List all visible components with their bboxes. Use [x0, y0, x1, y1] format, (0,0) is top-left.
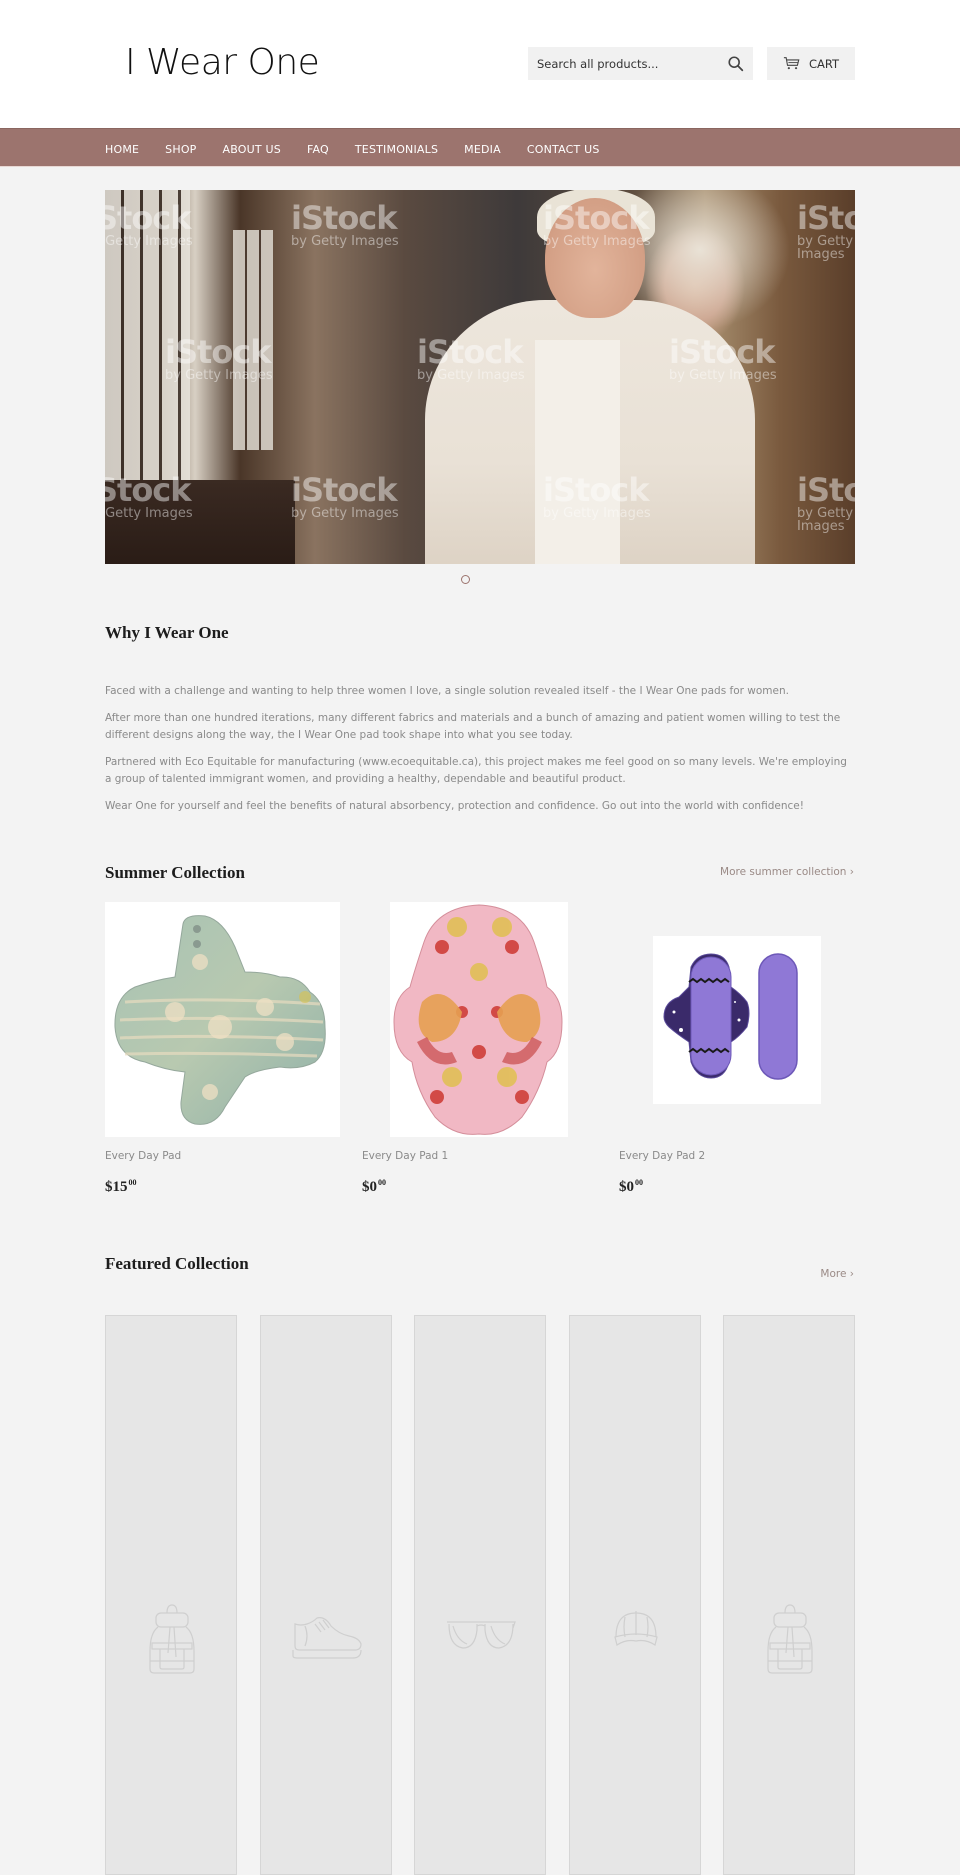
product-image-purple-pad-set[interactable] — [619, 902, 854, 1137]
featured-title: Featured Collection — [105, 1254, 249, 1273]
placeholder-product-card[interactable] — [105, 1315, 237, 1875]
more-summer-link[interactable]: More summer collection › — [720, 866, 854, 878]
pad-pink-image — [390, 902, 568, 1137]
backpack-icon — [149, 1604, 195, 1674]
nav-contact-us[interactable]: CONTACT US — [527, 143, 600, 156]
watermark: iStockby Getty Images — [543, 471, 651, 521]
search-bar — [528, 47, 753, 80]
product-price: $1500 — [105, 1178, 137, 1195]
why-paragraph: Faced with a challenge and wanting to he… — [105, 685, 789, 697]
watermark: iStockby Getty Images — [669, 333, 777, 383]
hero-slide-image[interactable]: iStockby Getty Images iStockby Getty Ima… — [105, 190, 855, 564]
placeholder-product-card[interactable] — [260, 1315, 392, 1875]
product-image-pink-squirrel-pad[interactable] — [362, 902, 597, 1137]
pad-purple-image — [653, 936, 821, 1104]
search-icon — [728, 56, 744, 72]
product-card[interactable]: Every Day Pad 1 $000 — [362, 902, 597, 1195]
summer-title: Summer Collection — [105, 863, 245, 882]
cart-icon — [783, 57, 800, 70]
nav-media[interactable]: MEDIA — [464, 143, 501, 156]
watermark: iStockby Getty Images — [797, 471, 855, 534]
placeholder-product-card[interactable] — [414, 1315, 546, 1875]
search-input[interactable] — [528, 47, 718, 80]
product-price: $000 — [362, 1178, 386, 1195]
product-image-teal-floral-pad[interactable] — [105, 902, 340, 1137]
watermark: iStockby Getty Images — [291, 471, 399, 521]
watermark: iStockby Getty Images — [105, 471, 193, 521]
product-name[interactable]: Every Day Pad — [105, 1150, 181, 1162]
product-name[interactable]: Every Day Pad 2 — [619, 1150, 705, 1162]
cart-button[interactable]: CART — [767, 47, 855, 80]
nav-home[interactable]: HOME — [105, 143, 139, 156]
main-nav: HOME SHOP ABOUT US FAQ TESTIMONIALS MEDI… — [0, 128, 960, 167]
pad-teal-image — [105, 902, 340, 1137]
cap-icon — [614, 1611, 658, 1646]
product-price: $000 — [619, 1178, 643, 1195]
watermark: iStockby Getty Images — [105, 199, 193, 249]
sneaker-icon — [292, 1617, 362, 1659]
product-card[interactable]: Every Day Pad 2 $000 — [619, 902, 854, 1195]
why-paragraph: Partnered with Eco Equitable for manufac… — [105, 756, 847, 785]
cart-label: CART — [808, 56, 840, 71]
why-title: Why I Wear One — [105, 623, 229, 642]
nav-testimonials[interactable]: TESTIMONIALS — [355, 143, 438, 156]
product-card[interactable]: Every Day Pad $1500 — [105, 902, 340, 1195]
nav-about-us[interactable]: ABOUT US — [223, 143, 281, 156]
nav-shop[interactable]: SHOP — [165, 143, 196, 156]
why-paragraph: After more than one hundred iterations, … — [105, 712, 841, 741]
sunglasses-icon — [447, 1621, 516, 1649]
placeholder-product-card[interactable] — [723, 1315, 855, 1875]
hero-person-shirt — [535, 340, 620, 564]
watermark: iStockby Getty Images — [165, 333, 273, 383]
why-paragraph: Wear One for yourself and feel the benef… — [105, 800, 804, 812]
watermark: iStockby Getty Images — [417, 333, 525, 383]
backpack-icon — [767, 1604, 813, 1674]
watermark: iStockby Getty Images — [797, 199, 855, 262]
watermark: iStockby Getty Images — [543, 199, 651, 249]
site-logo[interactable]: I Wear One — [125, 42, 320, 83]
slide-dot[interactable] — [461, 575, 470, 584]
watermark: iStockby Getty Images — [291, 199, 399, 249]
product-name[interactable]: Every Day Pad 1 — [362, 1150, 448, 1162]
more-featured-link[interactable]: More › — [820, 1268, 854, 1280]
site-header: I Wear One CART — [0, 0, 960, 128]
search-button[interactable] — [727, 55, 745, 73]
nav-faq[interactable]: FAQ — [307, 143, 329, 156]
placeholder-product-card[interactable] — [569, 1315, 701, 1875]
